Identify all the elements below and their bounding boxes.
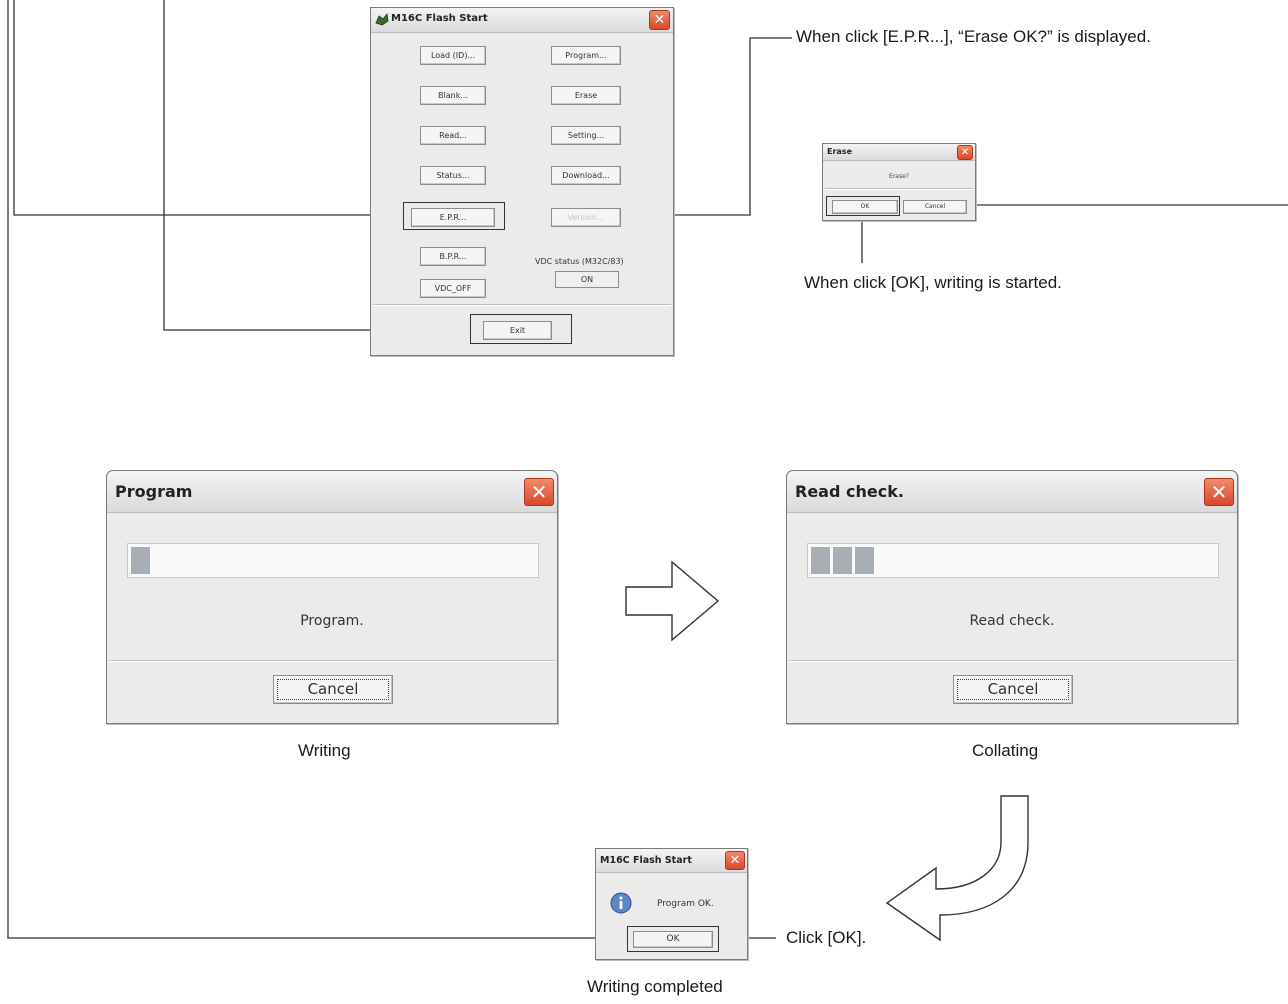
vdc-off-button[interactable]: VDC_OFF (420, 279, 486, 298)
complete-dialog-title: M16C Flash Start (600, 855, 692, 866)
epr-highlight (403, 202, 505, 230)
download-button[interactable]: Download... (551, 166, 621, 185)
readcheck-status-text: Read check. (969, 613, 1055, 629)
erase-cancel-button[interactable]: Cancel (903, 200, 967, 214)
info-icon (610, 892, 632, 914)
progress-block (131, 547, 150, 574)
erase-dialog-titlebar: Erase ✕ (823, 144, 975, 161)
complete-message: Program OK. (657, 899, 714, 909)
erase-dialog-title: Erase (827, 147, 852, 156)
program-status-text: Program. (300, 613, 364, 629)
flow-arrow-right (625, 560, 720, 642)
writing-caption: Writing (298, 741, 351, 760)
close-button[interactable]: ✕ (649, 10, 670, 30)
program-dialog-titlebar: Program ✕ (107, 471, 557, 513)
main-window-titlebar: M16C Flash Start ✕ (371, 8, 673, 33)
readcheck-dialog: Read check. ✕ Read check. Cancel (786, 470, 1238, 724)
vdc-status-label: VDC status (M32C/83) (535, 257, 624, 266)
erase-dialog-separator (825, 188, 973, 190)
close-icon: ✕ (729, 853, 741, 868)
progress-block (833, 547, 852, 574)
flow-arrow-curved (885, 795, 1029, 942)
close-icon: ✕ (653, 12, 666, 28)
progress-block (811, 547, 830, 574)
program-cancel-button[interactable]: Cancel (273, 675, 393, 704)
program-progress-bar (127, 543, 539, 578)
collating-caption: Collating (972, 741, 1039, 760)
blank-button[interactable]: Blank... (420, 86, 486, 105)
main-window-separator (373, 304, 671, 306)
program-button[interactable]: Program... (551, 46, 621, 65)
click-ok-caption: Click [OK]. (786, 928, 867, 947)
readcheck-cancel-button[interactable]: Cancel (953, 675, 1073, 704)
exit-highlight (470, 314, 572, 344)
vdc-status-value: ON (555, 271, 619, 288)
program-dialog: Program ✕ Program. Cancel (106, 470, 558, 724)
close-icon: ✕ (960, 147, 970, 158)
main-window: M16C Flash Start ✕ Load (ID)... Blank...… (370, 7, 674, 356)
complete-dialog-titlebar: M16C Flash Start ✕ (596, 849, 747, 873)
readcheck-dialog-separator (789, 660, 1235, 662)
app-icon (375, 12, 389, 26)
bpr-button[interactable]: B.P.R... (420, 247, 486, 266)
version-button[interactable]: Version... (551, 208, 621, 227)
complete-close-button[interactable]: ✕ (725, 851, 745, 870)
writing-completed-caption: Writing completed (587, 977, 723, 996)
progress-block (855, 547, 874, 574)
complete-ok-highlight (627, 926, 719, 952)
status-button[interactable]: Status... (420, 166, 486, 185)
erase-message: Erase? (889, 173, 909, 180)
readcheck-progress-bar (807, 543, 1219, 578)
program-close-button[interactable]: ✕ (524, 478, 554, 506)
program-dialog-separator (109, 660, 555, 662)
erase-button[interactable]: Erase (551, 86, 621, 105)
erase-close-button[interactable]: ✕ (957, 145, 973, 160)
readcheck-close-button[interactable]: ✕ (1204, 478, 1234, 506)
close-icon: ✕ (530, 480, 548, 504)
load-id-button[interactable]: Load (ID)... (420, 46, 486, 65)
epr-note-caption: When click [E.P.R...], “Erase OK?” is di… (796, 27, 1151, 46)
readcheck-dialog-titlebar: Read check. ✕ (787, 471, 1237, 513)
read-button[interactable]: Read... (420, 126, 486, 145)
readcheck-dialog-title: Read check. (795, 482, 904, 501)
setting-button[interactable]: Setting... (551, 126, 621, 145)
main-window-title: M16C Flash Start (391, 13, 488, 24)
program-dialog-title: Program (115, 482, 193, 501)
erase-ok-highlight (826, 196, 900, 216)
close-icon: ✕ (1210, 480, 1228, 504)
ok-note-caption: When click [OK], writing is started. (804, 273, 1062, 292)
